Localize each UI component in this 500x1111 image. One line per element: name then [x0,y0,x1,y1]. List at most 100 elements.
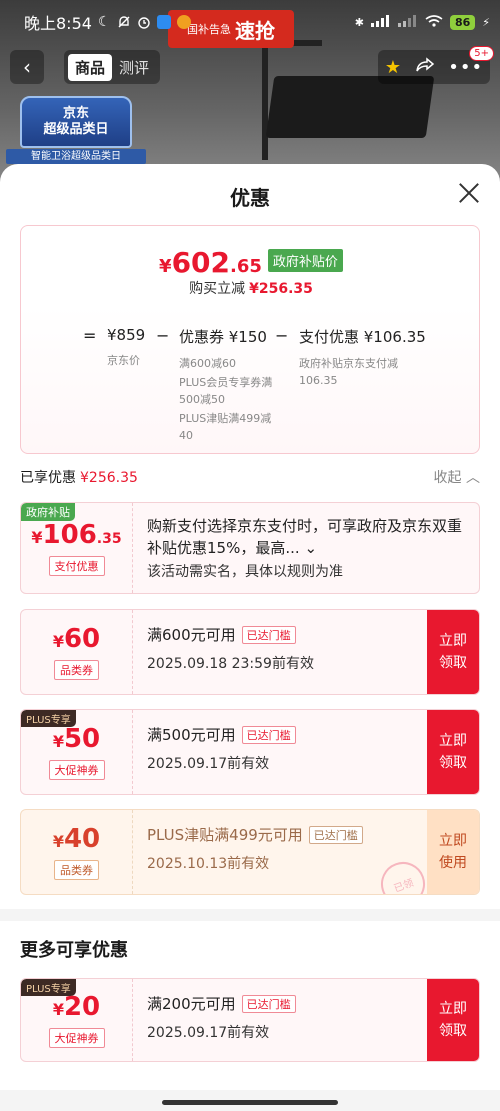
bluetooth-icon: ✱ [354,15,364,29]
coupon-type-tag: 品类券 [54,860,99,880]
shower-head-image [265,76,435,138]
threshold-badge: 已达门槛 [241,994,296,1013]
coupon-line: 满600减60 [179,357,236,370]
back-button[interactable]: ‹ [10,50,44,84]
coupon-expiry: 2025.09.18 23:59前有效 [147,656,314,672]
gov-subsidy-description: 购新支付选择京东支付时，可享政府及京东双重补贴优惠15%，最高... ⌄ 该活动… [147,515,465,583]
coupon-title: PLUS津贴满499元可用 [147,826,303,844]
promo-strip: 智能卫浴超级品类日 [6,149,146,164]
payment-discount-line: 政府补贴京东支付减106.35 [299,357,398,387]
nav-actions: ★ ••• 5+ [378,46,494,84]
coupon-decimal: .35 [96,531,122,547]
coupon-amount: 60 [63,624,101,654]
coupon-amount: 20 [63,992,101,1022]
app-notification-icon [156,15,171,29]
promo-line2: 超级品类日 [43,122,109,137]
payment-discount-value: 支付优惠 ¥106.35 [299,328,426,346]
signal-weak-icon [397,14,418,30]
claim-coupon-button[interactable]: 立即 领取 [427,979,479,1061]
coupon-column: 优惠券 ¥150 满600减60 PLUS会员专享券满500减50 PLUS津贴… [179,326,273,444]
collapse-button[interactable]: 收起 ︿ [434,467,480,487]
weibo-icon [176,15,191,29]
coupon-card: ¥60 品类券 满600元可用 已达门槛 2025.09.18 23:59前有效 … [20,609,480,695]
tab-product[interactable]: 商品 [68,53,113,81]
promo-line1: 京东 [62,106,89,121]
price-breakdown: = ¥859 京东价 − 优惠券 ¥150 满600减60 PLUS会员专享券满… [21,312,481,452]
equals-sign: = [83,326,97,345]
wifi-icon [425,14,443,30]
coupon-amount: 106 [42,520,97,550]
top-navigation: ‹ 商品 测评 ★ ••• 5+ [0,46,500,84]
jd-price-label: 京东价 [107,354,140,367]
home-indicator[interactable] [162,1100,338,1105]
status-bar: 晚上8:54 ☾ ✱ 86 ⚡ [0,0,500,44]
threshold-badge: 已达门槛 [241,725,296,744]
coupon-symbol: ¥ [52,632,64,651]
collapse-label: 收起 [433,470,462,486]
coupon-amount: 40 [63,824,101,854]
coupon-symbol: ¥ [52,1000,64,1019]
enjoyed-label: 已享优惠 [20,470,76,486]
battery-indicator: 86 [449,14,476,30]
coupon-title: 满500元可用 [147,726,236,744]
status-time: 晚上8:54 [24,14,92,33]
threshold-badge: 已达门槛 [308,825,363,844]
coupon-expiry: 2025.10.13前有效 [147,856,270,872]
final-price: ¥ 602 .65 政府补贴价 [21,246,481,279]
coupon-card: PLUS专享 ¥20 大促神券 满200元可用 已达门槛 2025.09.17前有… [20,978,480,1062]
message-count-badge: 5+ [469,46,494,61]
section-divider [0,909,500,921]
gov-subsidy-coupon[interactable]: 政府补贴 ¥106.35 支付优惠 购新支付选择京东支付时，可享政府及京东双重补… [20,502,480,594]
coupon-amount-area: ¥106.35 支付优惠 [21,503,133,593]
signal-icon [370,14,391,30]
tab-review[interactable]: 测评 [112,54,156,81]
price-decimal: .65 [230,256,262,277]
gov-subsidy-note: 该活动需实名，具体以规则为准 [147,564,343,580]
chevron-down-icon[interactable]: ⌄ [304,539,317,557]
coupon-type-tag: 品类券 [54,660,99,680]
buy-reduce-amount: ¥256.35 [249,281,313,297]
gov-subsidy-price-tag: 政府补贴价 [267,249,343,272]
price-card: ¥ 602 .65 政府补贴价 购买立减 ¥256.35 = ¥859 京东价 −… [20,225,480,454]
nav-tabs: 商品 测评 [64,50,161,84]
payment-discount-column: 支付优惠 ¥106.35 政府补贴京东支付减106.35 [299,326,429,389]
coupon-amount-area: ¥60 品类券 [21,610,133,694]
minus-sign: − [156,326,170,345]
coupon-expiry: 2025.09.17前有效 [147,1025,270,1041]
chevron-up-icon: ︿ [466,470,480,486]
threshold-badge: 已达门槛 [241,625,296,644]
promo-badge: 京东 超级品类日 [20,96,132,148]
star-icon[interactable]: ★ [385,57,401,78]
buy-reduce: 购买立减 ¥256.35 [21,278,481,298]
charging-icon: ⚡ [482,15,490,29]
sheet-title: 优惠 [230,186,270,210]
buy-reduce-label: 购买立减 [189,281,246,297]
coupon-symbol: ¥ [52,732,64,751]
discount-sheet: 优惠 ¥ 602 .65 政府补贴价 购买立减 ¥256.35 = ¥859 京东… [0,164,500,1111]
coupon-symbol: ¥ [31,528,43,547]
coupon-card: ¥40 品类券 PLUS津贴满499元可用 已达门槛 2025.10.13前有效 … [20,809,480,895]
coupon-amount-area: ¥50 大促神券 [21,710,133,794]
coupon-line: PLUS会员专享券满500减50 [179,376,273,406]
more-discounts-title: 更多可享优惠 [20,940,128,961]
use-coupon-button[interactable]: 立即 使用 [427,810,479,894]
coupon-amount-area: ¥40 品类券 [21,810,133,894]
share-icon[interactable] [415,56,435,78]
coupon-title: 满600元可用 [147,626,236,644]
coupon-total-value: 优惠券 ¥150 [179,328,267,346]
coupon-amount: 50 [63,724,101,754]
minus-sign: − [275,326,289,345]
coupon-symbol: ¥ [52,832,64,851]
coupon-type-tag: 支付优惠 [48,556,105,576]
chevron-left-icon: ‹ [23,55,31,79]
coupon-title: 满200元可用 [147,995,236,1013]
mute-bell-icon [117,15,131,29]
close-icon[interactable] [458,182,480,204]
claim-coupon-button[interactable]: 立即 领取 [427,710,479,794]
coupon-card: PLUS专享 ¥50 大促神券 满500元可用 已达门槛 2025.09.17前有… [20,709,480,795]
coupon-type-tag: 大促神券 [48,1028,105,1048]
coupon-line: PLUS津贴满499减40 [179,412,272,442]
claim-coupon-button[interactable]: 立即 领取 [427,610,479,694]
coupon-amount-area: ¥20 大促神券 [21,979,133,1061]
moon-icon: ☾ [97,14,111,30]
